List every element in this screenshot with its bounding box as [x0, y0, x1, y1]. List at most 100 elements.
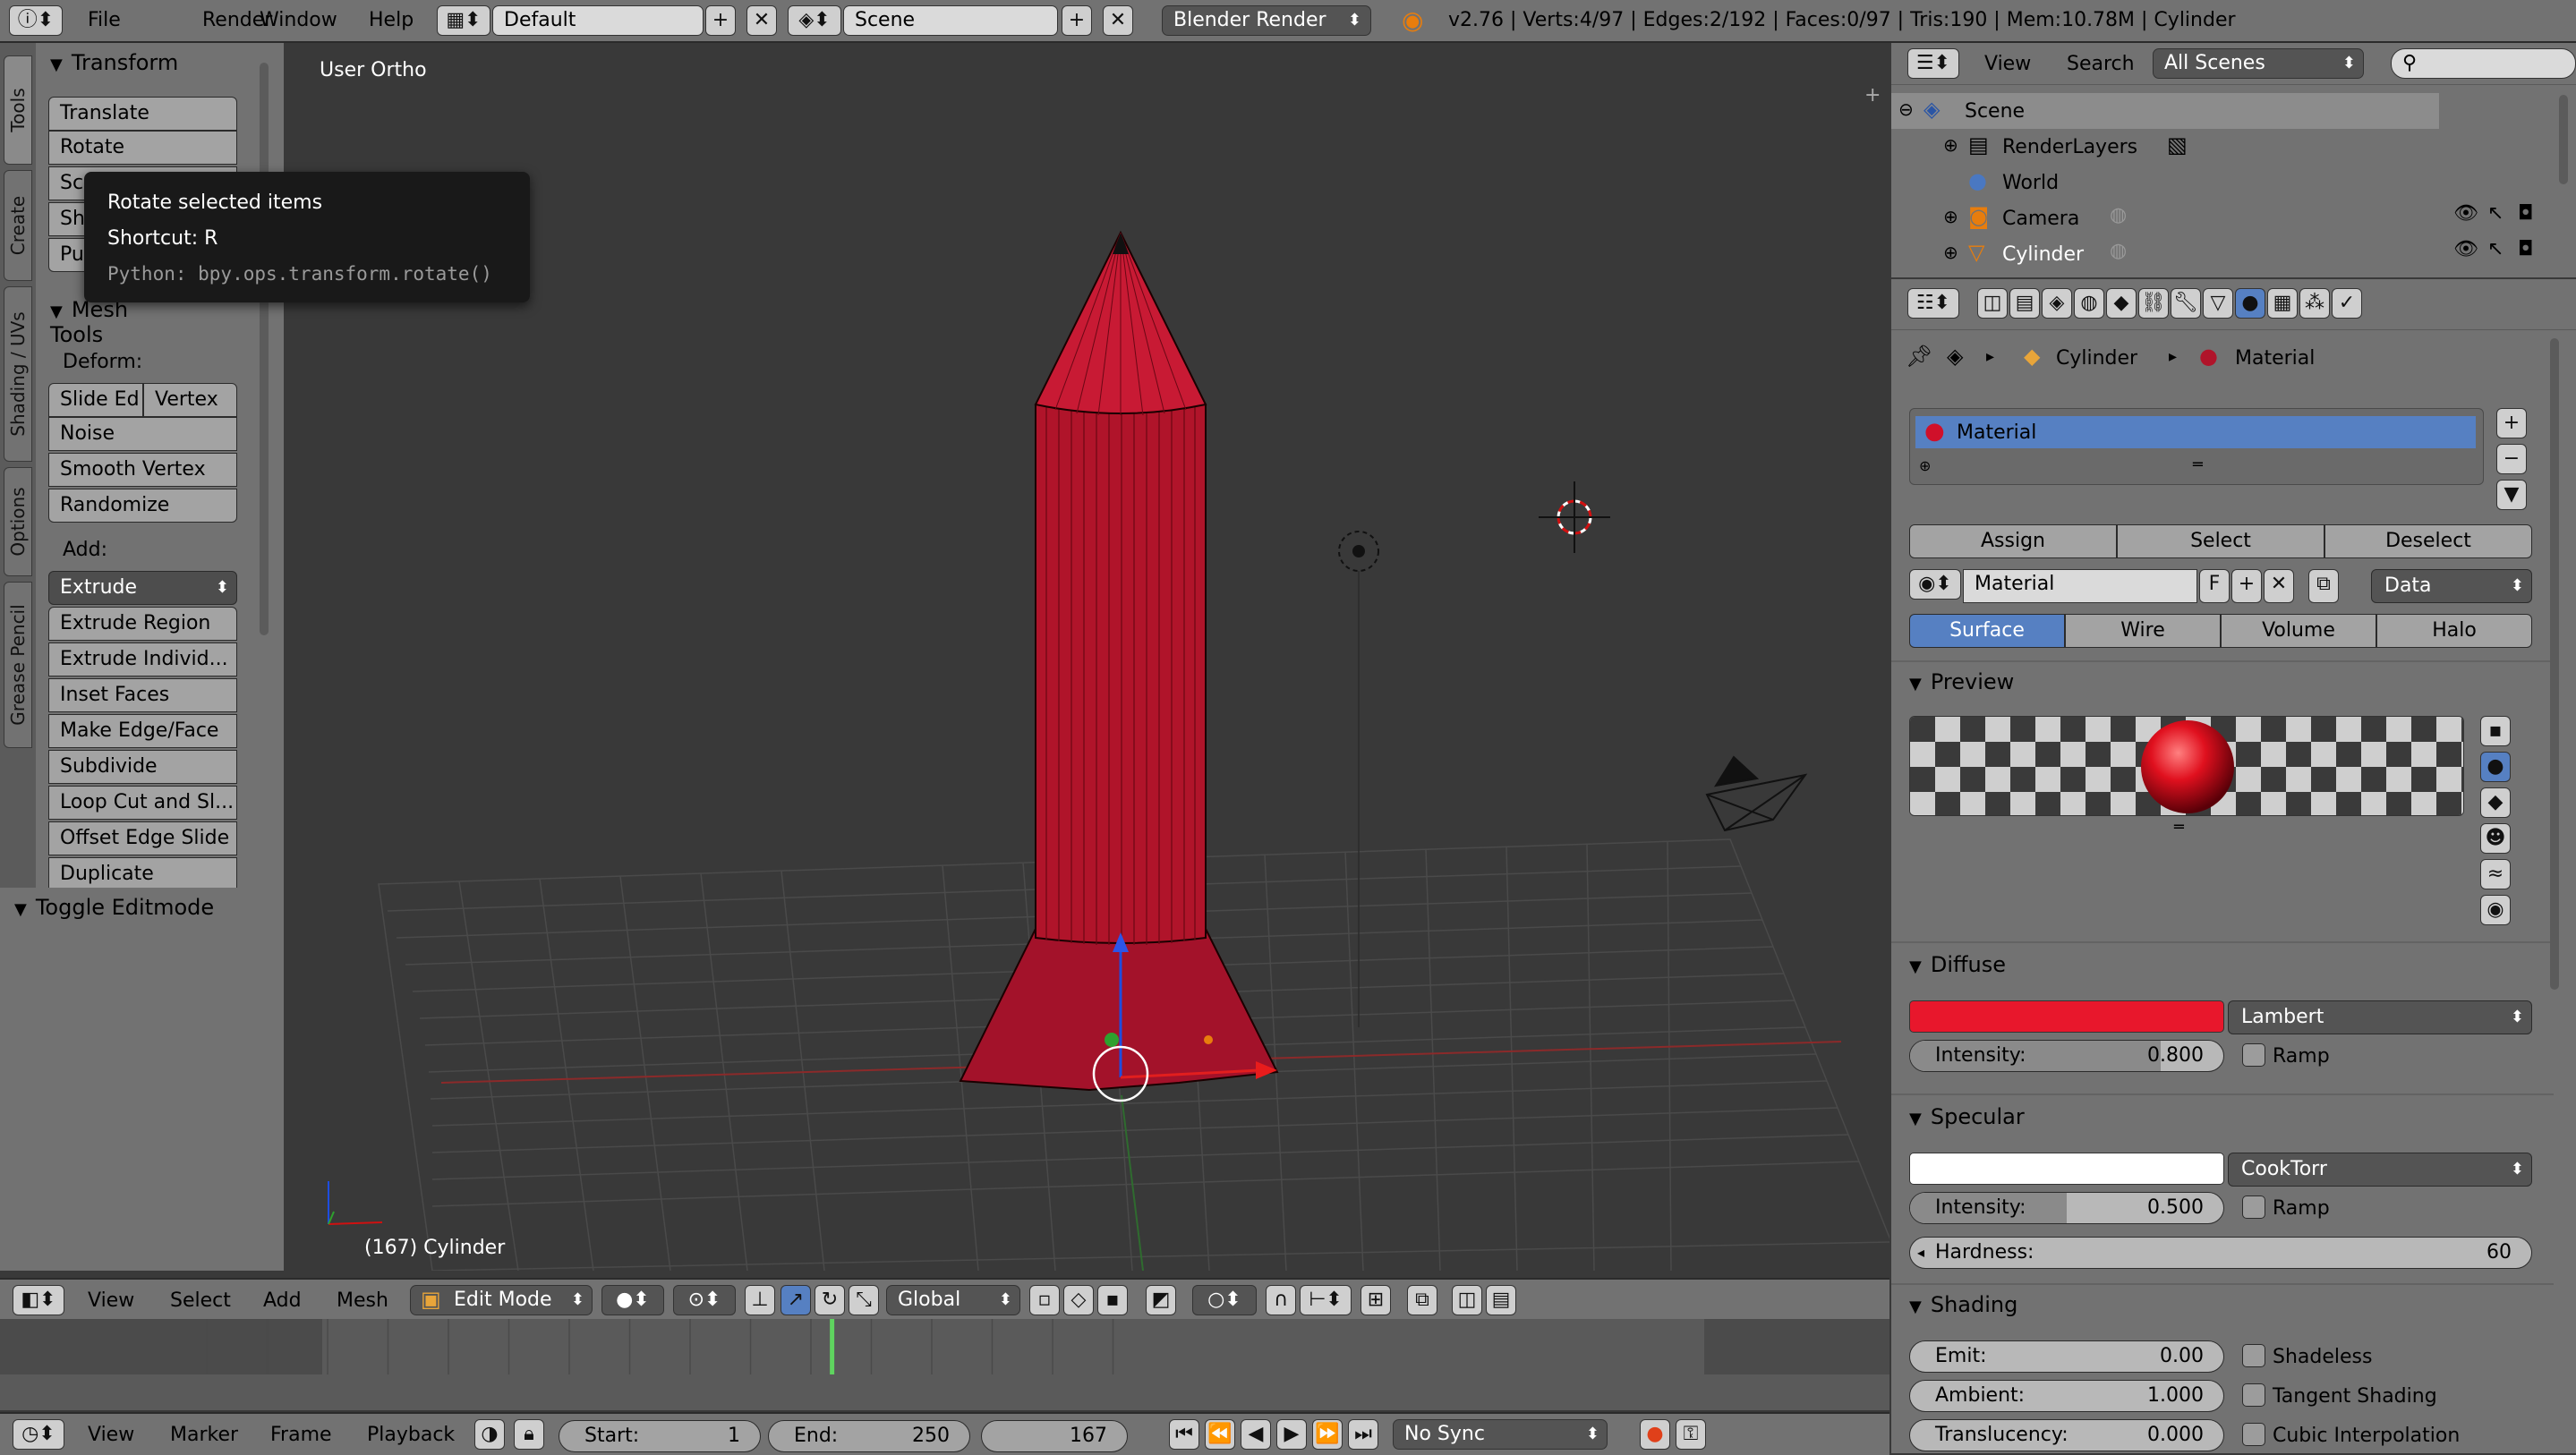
shading-panel-header[interactable]: ▼ Shading [1909, 1292, 2017, 1317]
toggle-properties-icon[interactable]: + [1864, 84, 1881, 106]
keying-icon[interactable]: ⚿ [1676, 1419, 1706, 1450]
visibility-eye-icon[interactable]: 👁︎ [2453, 238, 2478, 260]
specular-intensity-slider[interactable]: Intensity: 0.500 [1909, 1192, 2224, 1224]
menu-view[interactable]: View [88, 1289, 134, 1312]
menu-add[interactable]: Add [263, 1289, 302, 1312]
loop-cut-button[interactable]: Loop Cut and Sl... [48, 786, 237, 820]
preview-monkey-icon[interactable]: ☻ [2480, 823, 2511, 854]
specular-shader-dropdown[interactable]: CookTorr [2228, 1153, 2532, 1187]
decrement-arrow-icon[interactable]: ◂ [1917, 1238, 1924, 1268]
timeline-editor-icon[interactable]: ◷⬍ [13, 1419, 64, 1450]
lock-icon[interactable]: 🔒︎ [514, 1419, 544, 1450]
outliner-editor-icon[interactable]: ☰⬍ [1907, 48, 1959, 79]
add-layout-icon[interactable]: + [705, 5, 736, 36]
pivot-point-icon[interactable]: ⊙⬍ [673, 1285, 736, 1315]
toggle-editmode-header[interactable]: ▼ Toggle Editmode [14, 895, 214, 920]
preview-panel-header[interactable]: ▼ Preview [1909, 669, 2014, 694]
tab-surface[interactable]: Surface [1909, 614, 2065, 648]
new-material-icon[interactable]: + [2231, 569, 2262, 603]
node-toggle-icon[interactable]: ⧉ [2308, 569, 2339, 603]
outliner-menu-view[interactable]: View [1984, 53, 2031, 75]
scene-field[interactable]: Scene [843, 5, 1058, 36]
fake-user-button[interactable]: F [2199, 569, 2230, 603]
rotate-button[interactable]: Rotate [48, 131, 237, 165]
specular-panel-header[interactable]: ▼ Specular [1909, 1104, 2025, 1129]
camera-icon[interactable] [1705, 755, 1808, 832]
menu-select[interactable]: Select [170, 1289, 231, 1312]
tab-shading-uvs[interactable]: Shading / UVs [4, 286, 32, 462]
diffuse-intensity-slider[interactable]: Intensity: 0.800 [1909, 1040, 2224, 1072]
expand-icon[interactable]: ⊕ [1943, 242, 1958, 263]
expand-icon[interactable]: ⊕ [1943, 134, 1958, 156]
ambient-field[interactable]: Ambient: 1.000 [1909, 1380, 2224, 1412]
cubic-interpolation-checkbox[interactable] [2242, 1423, 2265, 1446]
remove-layout-icon[interactable]: ✕ [746, 5, 777, 36]
timeline-menu-frame[interactable]: Frame [270, 1424, 332, 1446]
play-reverse-icon[interactable]: ◀ [1241, 1419, 1271, 1450]
tab-wire[interactable]: Wire [2065, 614, 2221, 648]
properties-scrollbar[interactable] [2550, 338, 2559, 990]
list-resize-icon[interactable]: ═ [2193, 455, 2203, 474]
specular-color-swatch[interactable] [1909, 1153, 2224, 1185]
menu-window[interactable]: Window [260, 9, 337, 31]
renderable-camera-icon[interactable]: ◘ [2518, 238, 2533, 260]
outliner-scrollbar[interactable] [2559, 95, 2568, 184]
material-slot-list[interactable]: ● Material ⊕ ═ [1909, 408, 2484, 485]
y-handle-icon[interactable] [1105, 1033, 1119, 1047]
jump-end-icon[interactable]: ⏭ [1348, 1419, 1378, 1450]
sync-dropdown[interactable]: No Sync ⬍ [1393, 1419, 1608, 1450]
preview-flat-icon[interactable]: ▪ [2480, 716, 2511, 746]
orientation-dropdown[interactable]: Global ⬍ [886, 1285, 1020, 1315]
screen-layout-icon[interactable]: ▦⬍ [437, 5, 490, 36]
extrude-region-button[interactable]: Extrude Region [48, 607, 237, 641]
duplicate-button[interactable]: Duplicate [48, 857, 237, 891]
timeline-menu-playback[interactable]: Playback [367, 1424, 455, 1446]
menu-file[interactable]: File [88, 9, 121, 31]
transform-panel-header[interactable]: ▼ Transform [50, 50, 178, 75]
collapse-icon[interactable]: ⊖ [1898, 98, 1914, 120]
material-name-field[interactable]: Material [1963, 569, 2197, 603]
add-scene-icon[interactable]: + [1062, 5, 1092, 36]
tab-tools[interactable]: Tools [4, 55, 32, 165]
translate-button[interactable]: Translate [48, 97, 237, 131]
modifiers-tab-icon[interactable]: 🔧︎ [2171, 288, 2201, 319]
scenes-dropdown[interactable]: All Scenes ⬍ [2153, 48, 2364, 79]
current-frame-field[interactable]: 167 [981, 1420, 1128, 1452]
timeline-menu-view[interactable]: View [88, 1424, 134, 1446]
viewport-shading-icon[interactable]: ●⬍ [601, 1285, 664, 1315]
proportional-edit-icon[interactable]: ○⬍ [1192, 1285, 1257, 1315]
slide-edge-button[interactable]: Slide Ed [48, 383, 143, 417]
translucency-field[interactable]: Translucency: 0.000 [1909, 1419, 2224, 1451]
rocket-body[interactable] [1035, 404, 1207, 944]
face-select-icon[interactable]: ▪ [1097, 1285, 1128, 1315]
object-tab-icon[interactable]: ◆ [2106, 288, 2137, 319]
snap-element-icon[interactable]: ⊢⬍ [1300, 1285, 1352, 1315]
data-tab-icon[interactable]: ▽ [2203, 288, 2233, 319]
selectable-arrow-icon[interactable]: ↖ [2487, 238, 2503, 260]
snap-target-icon[interactable]: ⊞ [1361, 1285, 1391, 1315]
render-preview-icon[interactable]: ◫ [1452, 1285, 1482, 1315]
constraints-tab-icon[interactable]: ⛓ [2138, 288, 2169, 319]
assign-button[interactable]: Assign [1909, 524, 2117, 558]
select-button[interactable]: Select [2117, 524, 2324, 558]
properties-editor-icon[interactable]: ☷⬍ [1907, 288, 1959, 319]
vertex-select-icon[interactable]: ▫ [1029, 1285, 1060, 1315]
preview-cube-icon[interactable]: ◆ [2480, 787, 2511, 818]
layer-icon[interactable]: ⧉ [1407, 1285, 1437, 1315]
visibility-eye-icon[interactable]: 👁︎ [2453, 202, 2478, 225]
tangent-shading-checkbox[interactable] [2242, 1383, 2265, 1407]
preview-sphere-icon[interactable]: ● [2480, 752, 2511, 782]
breadcrumb-object[interactable]: Cylinder [2056, 347, 2137, 370]
mesh-tools-panel-header[interactable]: ▼ Mesh Tools [50, 297, 128, 347]
preview-sky-icon[interactable]: ◉ [2480, 895, 2511, 925]
expand-icon[interactable]: ⊕ [1943, 206, 1958, 227]
start-frame-field[interactable]: Start: 1 [559, 1420, 761, 1452]
deselect-button[interactable]: Deselect [2324, 524, 2532, 558]
remove-slot-icon[interactable]: − [2496, 444, 2527, 474]
hardness-field[interactable]: ◂ Hardness: 60 [1909, 1237, 2532, 1269]
render-engine-dropdown[interactable]: Blender Render ⬍ [1162, 5, 1371, 36]
shadeless-checkbox[interactable] [2242, 1344, 2265, 1367]
scale-manipulator-icon[interactable]: ⤡ [849, 1285, 879, 1315]
render-animation-icon[interactable]: ▤ [1486, 1285, 1516, 1315]
outliner-row-camera[interactable]: ⊕ ◙ Camera ◍ [1891, 200, 2439, 236]
